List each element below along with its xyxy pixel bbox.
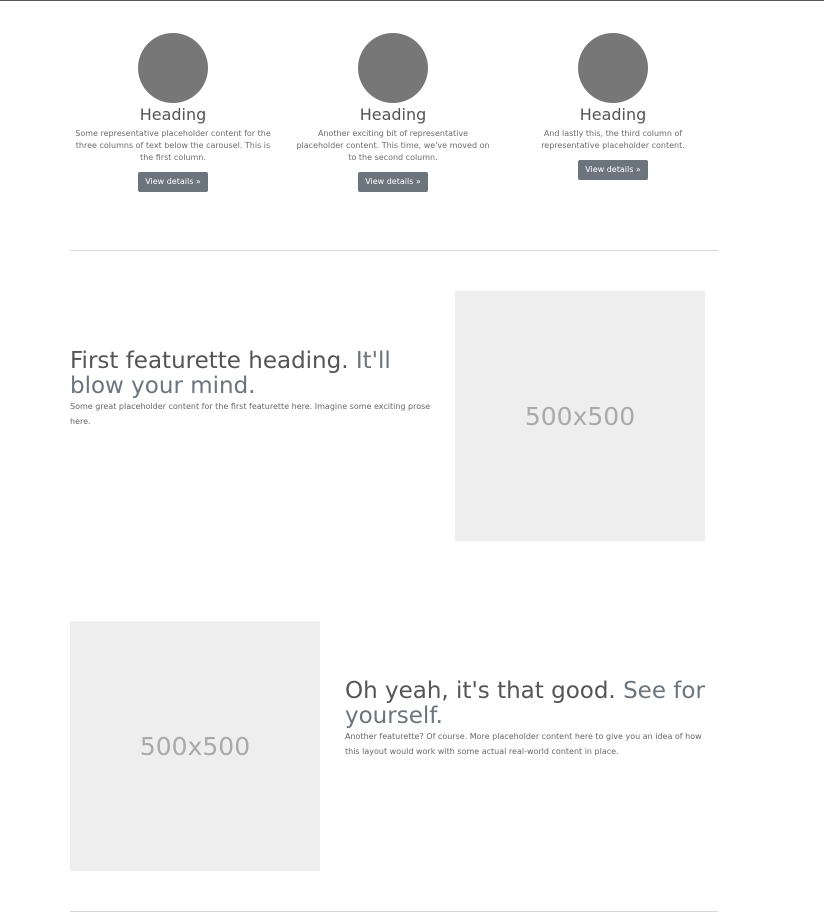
featurette-heading-main: Oh yeah, it's that good. bbox=[345, 678, 616, 704]
column-text: And lastly this, the third column of rep… bbox=[541, 129, 685, 150]
marketing-column-1: Heading Some representative placeholder … bbox=[75, 33, 271, 192]
column-text: Some representative placeholder content … bbox=[75, 129, 271, 162]
view-details-button[interactable]: View details » bbox=[358, 172, 428, 192]
top-border bbox=[0, 0, 824, 1]
column-image-circle bbox=[138, 33, 208, 103]
featurette-2-text: Oh yeah, it's that good. See for yoursel… bbox=[345, 679, 705, 759]
marketing-column-3: Heading And lastly this, the third colum… bbox=[515, 33, 711, 180]
featurette-image-placeholder: 500x500 bbox=[70, 621, 320, 871]
featurette-divider bbox=[70, 250, 718, 251]
view-details-button[interactable]: View details » bbox=[138, 172, 208, 192]
column-heading: Heading bbox=[359, 105, 427, 124]
featurette-divider bbox=[70, 911, 718, 912]
featurette-1-text: First featurette heading. It'll blow you… bbox=[70, 349, 448, 429]
column-image-circle bbox=[578, 33, 648, 103]
column-text: Another exciting bit of representative p… bbox=[296, 129, 490, 162]
placeholder-label: 500x500 bbox=[524, 401, 636, 431]
placeholder-label: 500x500 bbox=[139, 731, 251, 761]
column-heading: Heading bbox=[579, 105, 647, 124]
featurette-heading: First featurette heading. It'll blow you… bbox=[70, 349, 448, 399]
featurette-body: Another featurette? Of course. More plac… bbox=[345, 732, 702, 756]
marketing-column-2: Heading Another exciting bit of represen… bbox=[295, 33, 491, 192]
featurette-heading-main: First featurette heading. bbox=[70, 348, 349, 374]
featurette-body: Some great placeholder content for the f… bbox=[70, 402, 431, 426]
featurette-image-placeholder: 500x500 bbox=[455, 291, 705, 541]
column-heading: Heading bbox=[139, 105, 207, 124]
view-details-button[interactable]: View details » bbox=[578, 160, 648, 180]
featurette-heading: Oh yeah, it's that good. See for yoursel… bbox=[345, 679, 705, 729]
column-image-circle bbox=[358, 33, 428, 103]
